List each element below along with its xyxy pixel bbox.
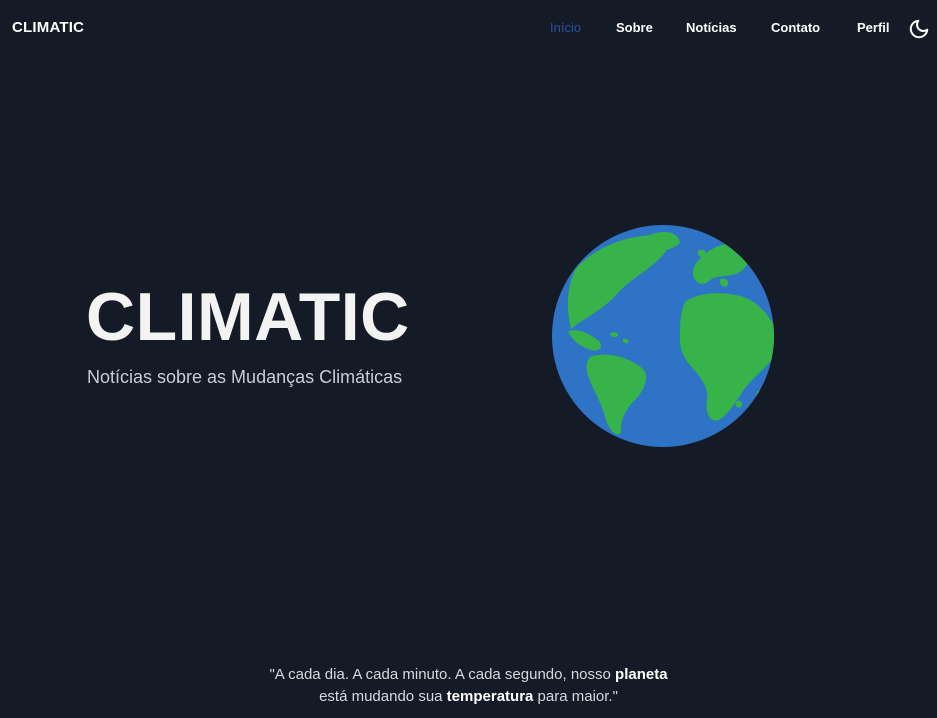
nav-link-sobre[interactable]: Sobre [616, 20, 653, 35]
hero-title: CLIMATIC [86, 279, 410, 355]
navbar: CLIMATIC Início Sobre Notícias Contato P… [0, 0, 937, 56]
nav-link-noticias[interactable]: Notícias [686, 20, 737, 35]
nav-link-perfil[interactable]: Perfil [857, 20, 890, 35]
theme-toggle-button[interactable] [908, 18, 930, 40]
moon-icon [909, 19, 929, 39]
quote-text: para maior." [533, 688, 618, 705]
quote-line-2: está mudando sua temperatura para maior.… [0, 686, 937, 708]
quote-text: "A cada dia. A cada minuto. A cada segun… [269, 666, 616, 683]
quote-block: "A cada dia. A cada minuto. A cada segun… [0, 664, 937, 708]
quote-emphasis-planeta: planeta [615, 666, 668, 683]
nav-link-inicio[interactable]: Início [550, 20, 581, 35]
earth-globe-icon [552, 225, 774, 447]
quote-text: está mudando sua [319, 688, 447, 705]
quote-line-1: "A cada dia. A cada minuto. A cada segun… [0, 664, 937, 686]
nav-link-contato[interactable]: Contato [771, 20, 820, 35]
main-navigation: Início Sobre Notícias Contato Perfil [0, 20, 937, 36]
quote-emphasis-temperatura: temperatura [446, 688, 534, 705]
hero-subtitle: Notícias sobre as Mudanças Climáticas [87, 367, 403, 387]
